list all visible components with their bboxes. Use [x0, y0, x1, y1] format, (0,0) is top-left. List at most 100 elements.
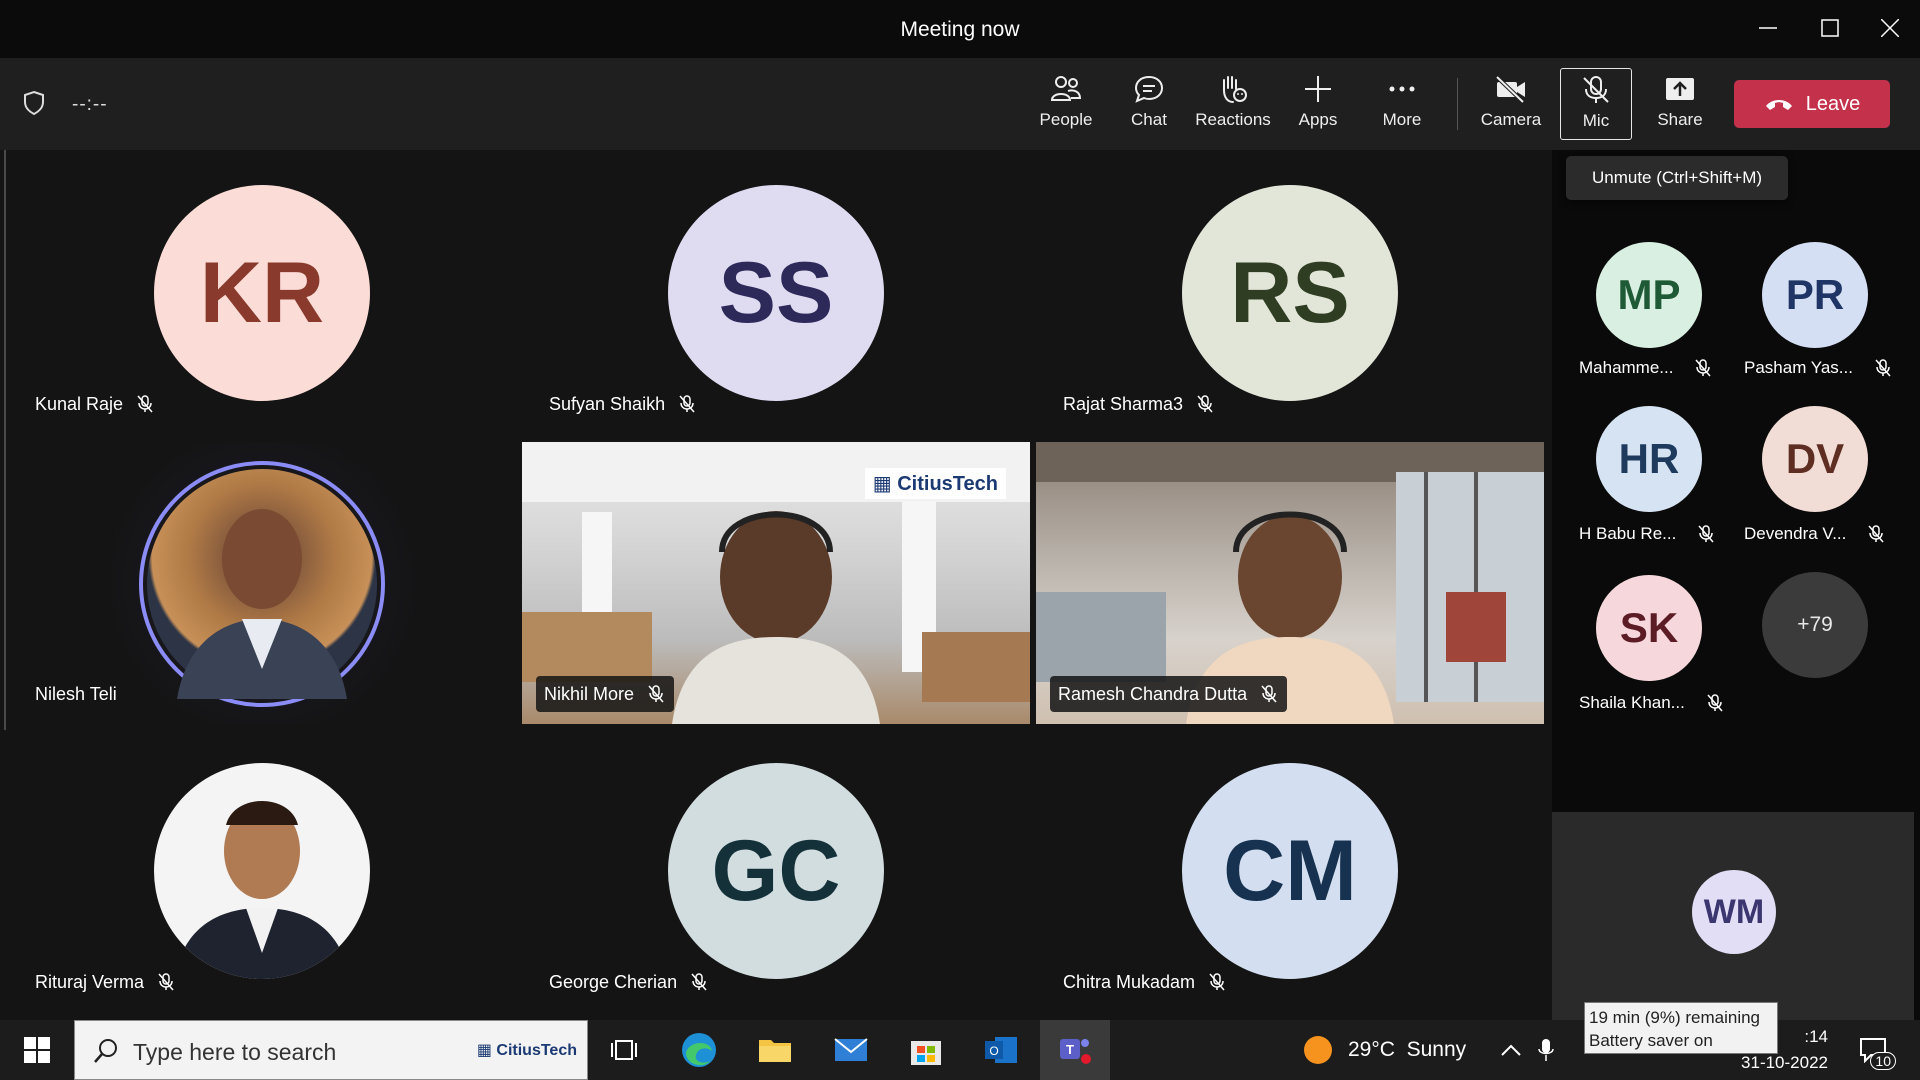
apps-label: Apps — [1298, 110, 1338, 129]
svg-text:T: T — [1066, 1042, 1074, 1057]
participant-name: George Cherian — [549, 971, 678, 992]
participant-name: Nikhil More — [544, 683, 635, 704]
participant-name: H Babu Re... — [1579, 524, 1677, 543]
search-brand-text: CitiusTech — [496, 1042, 577, 1059]
edge-browser-button[interactable] — [678, 1030, 720, 1070]
mic-off-icon — [1197, 395, 1213, 413]
avatar[interactable]: HR — [1596, 406, 1702, 512]
participant-name: Rituraj Verma — [35, 971, 145, 992]
people-button[interactable]: People — [1027, 68, 1105, 140]
avatar[interactable]: DV — [1762, 406, 1868, 512]
video-feed[interactable]: Ramesh Chandra Dutta — [1036, 442, 1544, 724]
mic-button[interactable]: Mic — [1560, 68, 1632, 140]
outlook-button[interactable]: O — [980, 1030, 1022, 1070]
sidebar-participant: Shaila Khan... — [1579, 693, 1723, 713]
self-view[interactable]: WM — [1552, 812, 1914, 1020]
person-silhouette-icon — [177, 509, 347, 699]
close-window-button[interactable] — [1872, 12, 1908, 44]
mic-off-icon — [1209, 973, 1225, 991]
taskbar-search-input[interactable]: Type here to search ▦ CitiusTech — [74, 1020, 588, 1080]
notification-count: 10 — [1870, 1052, 1896, 1070]
mic-off-icon — [1695, 359, 1712, 377]
leave-button[interactable]: Leave — [1734, 80, 1890, 128]
share-screen-icon — [1666, 78, 1694, 100]
store-button[interactable] — [905, 1030, 947, 1070]
participant-tile[interactable]: CM Chitra Mukadam — [1035, 730, 1545, 1012]
plus-icon — [1305, 76, 1331, 102]
more-label: More — [1382, 110, 1422, 129]
mic-off-icon — [648, 685, 664, 703]
battery-remaining: 19 min (9%) remaining — [1589, 1008, 1761, 1027]
minimize-button[interactable] — [1750, 12, 1786, 44]
mic-off-icon — [158, 973, 174, 991]
apps-button[interactable]: Apps — [1279, 68, 1357, 140]
reactions-button[interactable]: Reactions — [1194, 68, 1272, 140]
search-placeholder: Type here to search — [133, 1039, 337, 1065]
participant-tile[interactable]: SS Sufyan Shaikh — [521, 152, 1031, 434]
participant-name: Kunal Raje — [35, 393, 124, 414]
profile-photo — [147, 469, 377, 699]
mic-tooltip: Unmute (Ctrl+Shift+M) — [1566, 156, 1788, 200]
more-participants-button[interactable]: +79 — [1762, 572, 1868, 678]
mail-button[interactable] — [830, 1030, 872, 1070]
folder-icon — [759, 1040, 791, 1062]
participant-name-tag: Rituraj Verma — [27, 964, 185, 1000]
search-brand-logo: ▦ CitiusTech — [476, 1042, 577, 1059]
svg-text:O: O — [989, 1044, 998, 1058]
chat-label: Chat — [1131, 110, 1167, 129]
camera-label: Camera — [1480, 110, 1542, 129]
mic-off-icon — [691, 973, 707, 991]
participant-name-tag: Rajat Sharma3 — [1055, 386, 1224, 422]
meeting-timer: --:-- — [72, 94, 108, 115]
microphone-icon — [1538, 1039, 1554, 1061]
brand-text: CitiusTech — [897, 473, 998, 495]
weather-widget[interactable]: 29°C Sunny — [1302, 1034, 1466, 1066]
mic-off-icon — [1875, 359, 1891, 377]
mic-off-icon — [137, 395, 153, 413]
avatar[interactable]: PR — [1762, 242, 1868, 348]
chat-icon — [1134, 75, 1164, 103]
avatar: SS — [668, 185, 884, 401]
share-button[interactable]: Share — [1641, 68, 1719, 140]
teams-button[interactable]: T — [1040, 1020, 1110, 1080]
avatar[interactable]: SK — [1596, 575, 1702, 681]
start-button[interactable] — [16, 1030, 58, 1070]
participant-name: Chitra Mukadam — [1063, 971, 1196, 992]
close-icon — [1881, 19, 1899, 37]
participant-name: Devendra V... — [1744, 524, 1847, 543]
reactions-label: Reactions — [1195, 110, 1271, 129]
mic-tray-button[interactable] — [1525, 1030, 1567, 1070]
task-view-button[interactable] — [603, 1030, 645, 1070]
avatar: GC — [668, 763, 884, 979]
participant-name-tag: George Cherian — [541, 964, 718, 1000]
raise-hand-icon — [1223, 76, 1247, 103]
edge-icon — [682, 1033, 716, 1067]
maximize-button[interactable] — [1812, 12, 1848, 44]
video-feed[interactable]: ▦ CitiusTech Nikhil More — [522, 442, 1030, 724]
window-title: Meeting now — [900, 18, 1020, 41]
participant-name: Pasham Yas... — [1744, 358, 1853, 377]
camera-button[interactable]: Camera — [1472, 68, 1550, 140]
participant-name: Mahamme... — [1579, 358, 1674, 377]
notifications-button[interactable]: 10 — [1852, 1030, 1896, 1070]
participant-tile-speaking[interactable]: Nilesh Teli — [7, 442, 517, 724]
participant-tile[interactable]: KR Kunal Raje — [7, 152, 517, 434]
more-button[interactable]: More — [1363, 68, 1441, 140]
avatar: RS — [1182, 185, 1398, 401]
participant-tile[interactable]: RS Rajat Sharma3 — [1035, 152, 1545, 434]
file-explorer-button[interactable] — [754, 1030, 796, 1070]
participant-name-tag: Ramesh Chandra Dutta — [1050, 676, 1288, 712]
leave-label: Leave — [1805, 92, 1861, 115]
participant-name-tag: Chitra Mukadam — [1055, 964, 1236, 1000]
sidebar-participant: Devendra V... — [1744, 524, 1884, 544]
mic-off-icon — [1583, 76, 1609, 103]
participant-tile[interactable]: GC George Cherian — [521, 730, 1031, 1012]
chat-button[interactable]: Chat — [1110, 68, 1188, 140]
participant-tile[interactable]: Rituraj Verma — [7, 730, 517, 1012]
stage-edge — [4, 150, 6, 730]
avatar: WM — [1692, 870, 1776, 954]
share-label: Share — [1657, 110, 1703, 129]
toolbar-divider — [1457, 78, 1458, 130]
participant-name-tag: Kunal Raje — [27, 386, 164, 422]
avatar[interactable]: MP — [1596, 242, 1702, 348]
